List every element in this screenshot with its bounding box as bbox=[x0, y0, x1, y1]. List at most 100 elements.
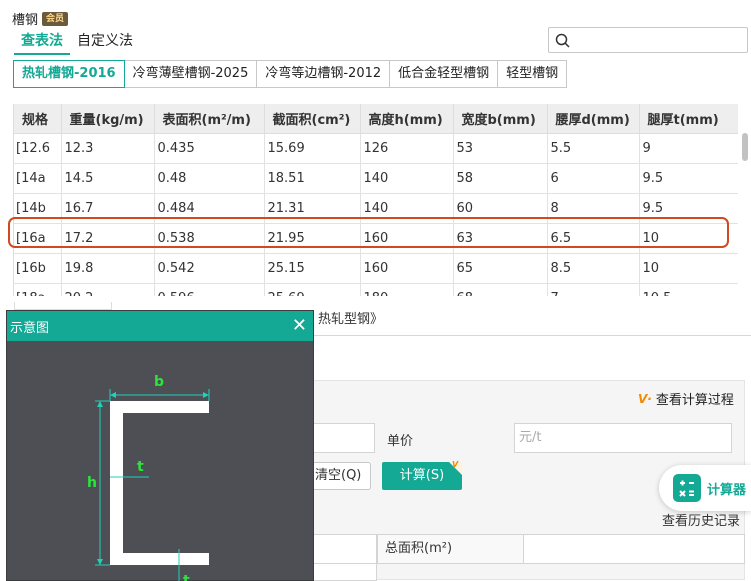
tab-hot-rolled-channel-2016[interactable]: 热轧槽钢-2016 bbox=[13, 60, 125, 88]
table-cell: 9 bbox=[639, 133, 738, 164]
total-area-value bbox=[523, 534, 745, 564]
table-cell: 17.2 bbox=[61, 223, 155, 254]
table-row[interactable]: [14a 14.5 0.48 18.51 140 58 6 9.5 bbox=[14, 163, 738, 194]
table-row[interactable]: [18a 20.2 0.596 25.69 180 68 7 10.5 bbox=[14, 283, 738, 296]
table-cell: 10.5 bbox=[639, 283, 738, 296]
table-cell: 18.51 bbox=[264, 163, 361, 194]
tab-lookup-method[interactable]: 查表法 bbox=[14, 30, 70, 55]
total-area-label: 总面积(m²) bbox=[377, 534, 524, 564]
table-cell: 8 bbox=[547, 193, 640, 224]
table-cell: 25.15 bbox=[264, 253, 361, 284]
tab-custom-method[interactable]: 自定义法 bbox=[70, 30, 140, 55]
table-cell: 19.8 bbox=[61, 253, 155, 284]
diagram-window[interactable]: 示意图 ✕ b h t t bbox=[6, 310, 314, 581]
table-cell: 140 bbox=[360, 193, 454, 224]
calculator-button[interactable]: 计算器 bbox=[659, 465, 751, 511]
table-cell: 180 bbox=[360, 283, 454, 296]
table-cell: 0.48 bbox=[154, 163, 265, 194]
channel-section-drawing: b h t t bbox=[87, 374, 210, 581]
tab-light-channel[interactable]: 轻型槽钢 bbox=[497, 60, 568, 88]
table-row[interactable]: [12.6 12.3 0.435 15.69 126 53 5.5 9 bbox=[14, 133, 738, 164]
table-cell: 25.69 bbox=[264, 283, 361, 296]
table-cell: 60 bbox=[453, 193, 548, 224]
table-cell: 6 bbox=[547, 163, 640, 194]
table-cell: 6.5 bbox=[547, 223, 640, 254]
column-header[interactable]: 截面积(cm²) bbox=[264, 104, 361, 134]
table-cell: 126 bbox=[360, 133, 454, 164]
column-header[interactable]: 规格 bbox=[14, 104, 62, 134]
table-cell: 58 bbox=[453, 163, 548, 194]
result-cell bbox=[313, 534, 377, 564]
table-cell: 63 bbox=[453, 223, 548, 254]
table-cell: 9.5 bbox=[639, 193, 738, 224]
table-cell: 53 bbox=[453, 133, 548, 164]
table-cell: 0.435 bbox=[154, 133, 265, 164]
channel-shape bbox=[110, 401, 209, 565]
diagram-title: 示意图 bbox=[10, 320, 50, 336]
standard-reference: 热轧型钢》 bbox=[318, 312, 384, 327]
tab-low-alloy-light-channel[interactable]: 低合金轻型槽钢 bbox=[389, 60, 499, 88]
table-cell: 20.2 bbox=[61, 283, 155, 296]
table-cell: 21.31 bbox=[264, 193, 361, 224]
method-tabs: 查表法 自定义法 bbox=[14, 30, 140, 55]
table-cell: 14.5 bbox=[61, 163, 155, 194]
unit-price-label: 单价 bbox=[387, 434, 414, 449]
column-header[interactable]: 腿厚t(mm) bbox=[639, 104, 738, 134]
vip-icon: V· bbox=[638, 391, 652, 406]
table-header-row: 规格 重量(kg/m) 表面积(m²/m) 截面积(cm²) 高度h(mm) 宽… bbox=[14, 104, 738, 134]
clear-button[interactable]: 清空(Q) bbox=[313, 462, 371, 490]
table-row[interactable]: [16b 19.8 0.542 25.15 160 65 8.5 10 bbox=[14, 253, 738, 284]
table-scrollbar-thumb[interactable] bbox=[742, 133, 748, 161]
tab-cold-formed-equal-channel-2012[interactable]: 冷弯等边槽钢-2012 bbox=[256, 60, 391, 88]
table-cell: 160 bbox=[360, 223, 454, 254]
calculator-label: 计算器 bbox=[707, 482, 747, 498]
column-header[interactable]: 腰厚d(mm) bbox=[547, 104, 640, 134]
table-cell: 0.542 bbox=[154, 253, 265, 284]
table-row[interactable]: [14b 16.7 0.484 21.31 140 60 8 9.5 bbox=[14, 193, 738, 224]
spec-table-container: 规格 重量(kg/m) 表面积(m²/m) 截面积(cm²) 高度h(mm) 宽… bbox=[13, 104, 738, 296]
quantity-input[interactable] bbox=[313, 423, 375, 453]
width-label: b bbox=[154, 374, 164, 390]
vip-badge: 会员 bbox=[42, 11, 69, 26]
table-cell: [16b bbox=[14, 253, 62, 284]
table-cell: 5.5 bbox=[547, 133, 640, 164]
table-cell: [16a bbox=[14, 223, 62, 254]
table-cell: 68 bbox=[453, 283, 548, 296]
column-header[interactable]: 宽度b(mm) bbox=[453, 104, 548, 134]
table-cell: 12.3 bbox=[61, 133, 155, 164]
lower-section-tab bbox=[14, 302, 112, 310]
web-thickness-label: t bbox=[137, 459, 144, 475]
table-cell: 8.5 bbox=[547, 253, 640, 284]
tab-cold-formed-thin-channel-2025[interactable]: 冷弯薄壁槽钢-2025 bbox=[123, 60, 258, 88]
unit-price-input[interactable]: 元/t bbox=[514, 423, 732, 453]
page-title: 槽钢 bbox=[12, 13, 39, 28]
table-cell: 0.484 bbox=[154, 193, 265, 224]
column-header[interactable]: 重量(kg/m) bbox=[61, 104, 155, 134]
view-history-link[interactable]: 查看历史记录 bbox=[662, 510, 740, 529]
diagram-header[interactable]: 示意图 ✕ bbox=[7, 311, 313, 341]
channel-type-tabs: 热轧槽钢-2016 冷弯薄壁槽钢-2025 冷弯等边槽钢-2012 低合金轻型槽… bbox=[13, 60, 568, 88]
view-calc-process-link[interactable]: V· 查看计算过程 bbox=[638, 389, 734, 409]
table-cell: 160 bbox=[360, 253, 454, 284]
page-header: 槽钢 会员 bbox=[12, 9, 69, 28]
table-cell: 65 bbox=[453, 253, 548, 284]
result-cell bbox=[313, 563, 377, 581]
table-cell: [12.6 bbox=[14, 133, 62, 164]
table-cell: 10 bbox=[639, 223, 738, 254]
table-cell: [14a bbox=[14, 163, 62, 194]
spec-table: 规格 重量(kg/m) 表面积(m²/m) 截面积(cm²) 高度h(mm) 宽… bbox=[14, 104, 738, 296]
search-input[interactable] bbox=[548, 27, 748, 53]
column-header[interactable]: 表面积(m²/m) bbox=[154, 104, 265, 134]
search-icon bbox=[555, 33, 570, 48]
table-cell: 140 bbox=[360, 163, 454, 194]
table-row-selected[interactable]: [16a 17.2 0.538 21.95 160 63 6.5 10 bbox=[14, 223, 738, 254]
table-cell: 7 bbox=[547, 283, 640, 296]
vip-corner-icon: V bbox=[452, 460, 459, 469]
table-cell: [14b bbox=[14, 193, 62, 224]
table-cell: 0.596 bbox=[154, 283, 265, 296]
table-cell: 9.5 bbox=[639, 163, 738, 194]
close-icon[interactable]: ✕ bbox=[290, 317, 309, 335]
table-cell: [18a bbox=[14, 283, 62, 296]
column-header[interactable]: 高度h(mm) bbox=[360, 104, 454, 134]
calculator-icon bbox=[673, 474, 701, 502]
